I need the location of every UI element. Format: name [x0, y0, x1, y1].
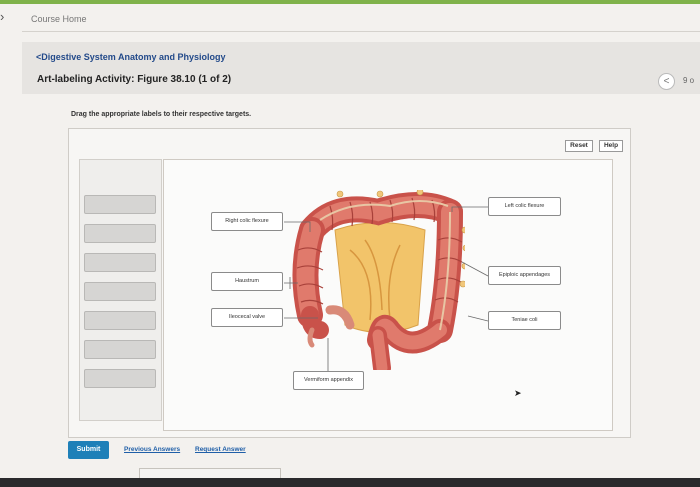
- leader-lines: [284, 206, 489, 372]
- submit-button[interactable]: Submit: [68, 441, 109, 459]
- previous-answers-link[interactable]: Previous Answers: [124, 446, 180, 453]
- target-haustrum[interactable]: Haustrum: [211, 272, 283, 291]
- target-left-colic-flexure[interactable]: Left colic flexure: [488, 197, 561, 216]
- page: › Course Home <Digestive System Anatomy …: [0, 0, 700, 487]
- target-ileocecal-valve[interactable]: Ileocecal valve: [211, 308, 283, 327]
- mouse-cursor-icon: ➤: [514, 388, 522, 398]
- target-vermiform-appendix[interactable]: Vermiform appendix: [293, 371, 364, 390]
- target-epiploic-appendages[interactable]: Epiploic appendages: [488, 266, 561, 285]
- screen-bottom-bezel: [0, 478, 700, 487]
- target-right-colic-flexure[interactable]: Right colic flexure: [211, 212, 283, 231]
- target-teniae-coli[interactable]: Teniae coli: [488, 311, 561, 330]
- request-answer-link[interactable]: Request Answer: [195, 446, 246, 453]
